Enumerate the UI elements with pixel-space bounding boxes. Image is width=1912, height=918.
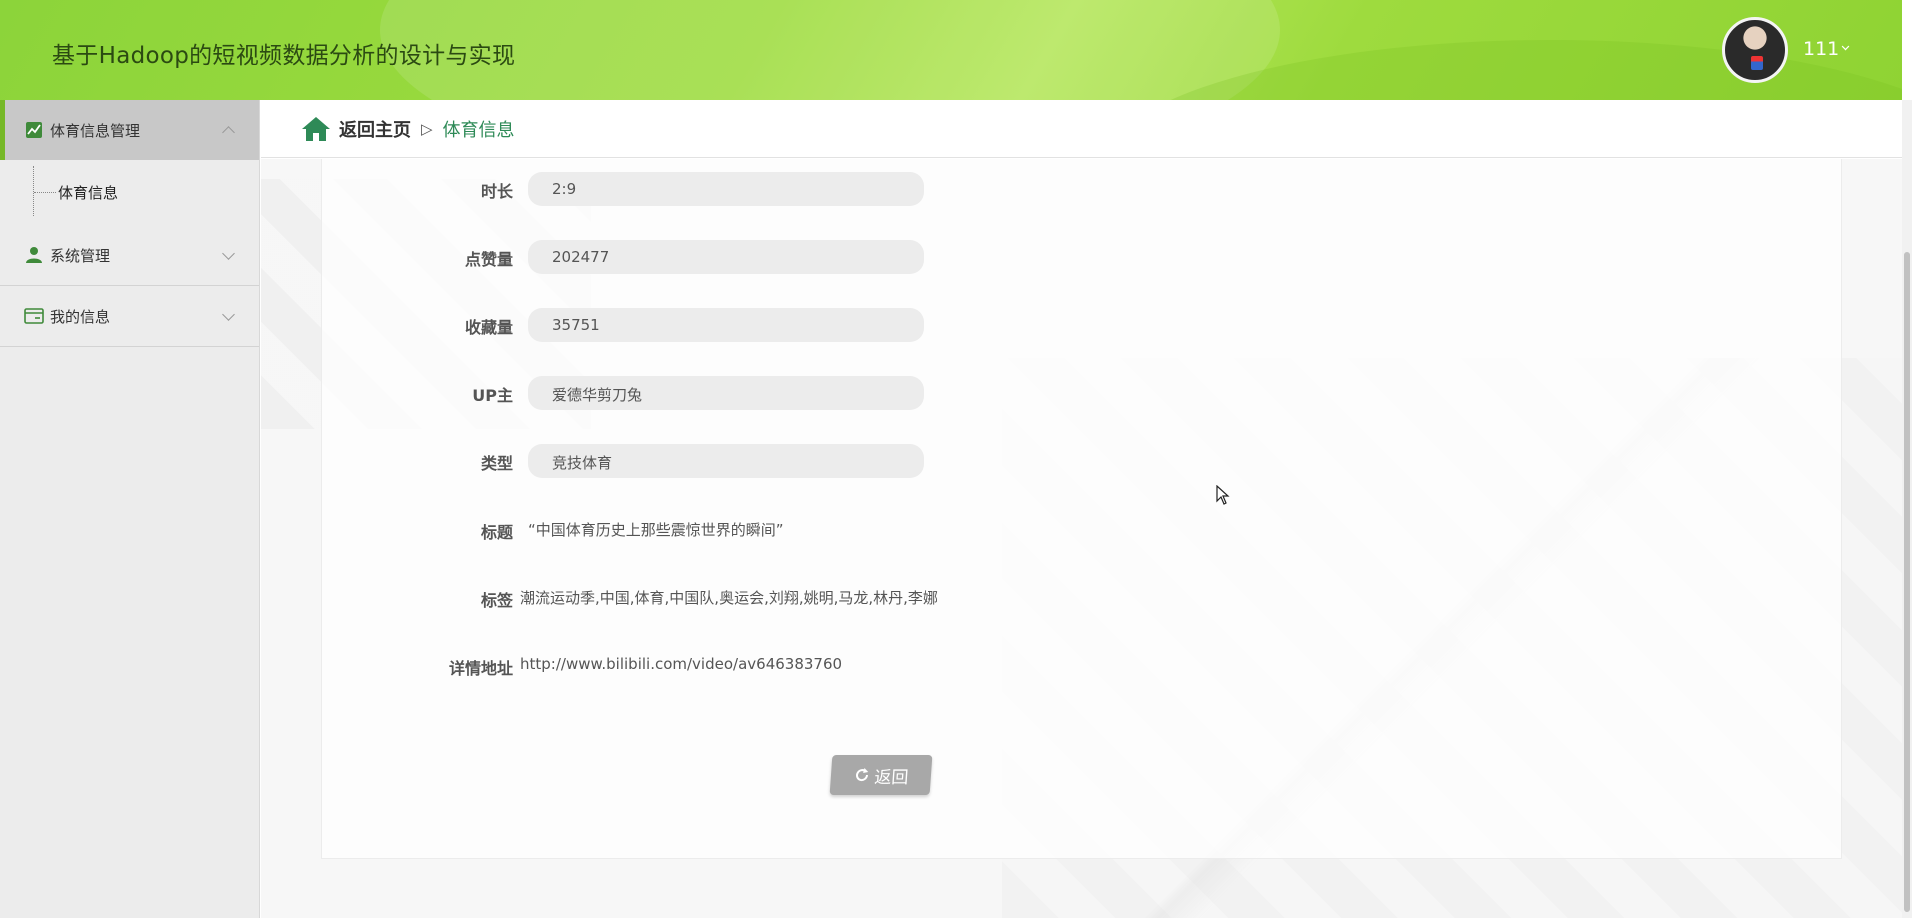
detail-url-label: 详情地址 (448, 659, 513, 678)
app-title: 基于Hadoop的短视频数据分析的设计与实现 (52, 43, 516, 69)
form-row-detail-url: 详情地址 http://www.bilibili.com/video/av646… (322, 645, 1322, 685)
sidebar-group-my-info: 我的信息 (0, 286, 259, 347)
id-card-icon (24, 306, 44, 326)
duration-label: 时长 (480, 182, 513, 201)
uploader-label: UP主 (472, 386, 513, 405)
form-row-duration: 时长 2:9 (322, 168, 1322, 208)
sidebar-item-label: 我的信息 (50, 307, 111, 326)
favorites-field[interactable]: 35751 (528, 308, 924, 342)
category-label: 类型 (480, 454, 513, 473)
detail-form: 时长 2:9 点赞量 202477 收藏量 35751 UP主 爱德华剪刀兔 类… (321, 159, 1842, 859)
sidebar-group-system: 系统管理 (0, 225, 259, 286)
avatar[interactable] (1722, 17, 1788, 83)
form-row-category: 类型 竞技体育 (322, 440, 1322, 480)
title-value: “中国体育历史上那些震惊世界的瞬间” (528, 521, 784, 539)
duration-field[interactable]: 2:9 (528, 172, 924, 206)
main-content: 时长 2:9 点赞量 202477 收藏量 35751 UP主 爱德华剪刀兔 类… (261, 159, 1902, 918)
tags-value: 潮流运动季,中国,体育,中国队,奥运会,刘翔,姚明,马龙,林丹,李娜 (520, 589, 938, 607)
mouse-cursor-icon (1216, 484, 1230, 509)
form-row-likes: 点赞量 202477 (322, 236, 1322, 276)
top-header: 基于Hadoop的短视频数据分析的设计与实现 111 (0, 0, 1902, 100)
form-row-favorites: 收藏量 35751 (322, 304, 1322, 344)
likes-label: 点赞量 (464, 250, 513, 269)
form-row-tags: 标签 潮流运动季,中国,体育,中国队,奥运会,刘翔,姚明,马龙,林丹,李娜 (322, 577, 1322, 617)
sidebar-item-label: 体育信息管理 (50, 121, 141, 140)
title-label: 标题 (480, 523, 513, 542)
chevron-down-icon (222, 247, 235, 260)
sidebar-item-sports-management[interactable]: 体育信息管理 (0, 100, 259, 160)
back-button[interactable]: 返回 (829, 755, 933, 795)
home-icon[interactable] (301, 116, 331, 142)
favorites-label: 收藏量 (464, 318, 513, 337)
user-icon (24, 245, 44, 265)
likes-field[interactable]: 202477 (528, 240, 924, 274)
sidebar-subitem-label: 体育信息 (58, 184, 119, 202)
sidebar-subitem-sports-info[interactable]: 体育信息 (0, 160, 259, 225)
sidebar-group-sports-management: 体育信息管理 体育信息 (0, 100, 259, 225)
category-field[interactable]: 竞技体育 (528, 444, 924, 478)
user-menu-name[interactable]: 111 (1803, 38, 1839, 60)
refresh-icon (853, 767, 870, 783)
breadcrumb-home-link[interactable]: 返回主页 (339, 116, 411, 142)
sidebar-item-label: 系统管理 (50, 246, 111, 265)
sidebar: 体育信息管理 体育信息 系统管理 我的信息 (0, 100, 260, 918)
tags-label: 标签 (480, 591, 513, 610)
chart-line-icon (24, 120, 44, 140)
sidebar-divider (0, 346, 259, 347)
detail-url-value[interactable]: http://www.bilibili.com/video/av64638376… (520, 655, 842, 673)
sidebar-item-system-management[interactable]: 系统管理 (0, 225, 259, 285)
uploader-field[interactable]: 爱德华剪刀兔 (528, 376, 924, 410)
sidebar-item-my-info[interactable]: 我的信息 (0, 286, 259, 346)
form-row-uploader: UP主 爱德华剪刀兔 (322, 372, 1322, 412)
breadcrumb: 返回主页 ▷ 体育信息 (261, 100, 1902, 158)
chevron-down-icon (222, 308, 235, 321)
scrollbar-thumb[interactable] (1904, 252, 1910, 912)
breadcrumb-current: 体育信息 (442, 119, 515, 141)
breadcrumb-separator: ▷ (421, 119, 433, 138)
chevron-down-icon[interactable] (1841, 42, 1850, 51)
chevron-up-icon (222, 126, 235, 139)
back-button-label: 返回 (873, 767, 910, 788)
form-row-title: 标题 “中国体育历史上那些震惊世界的瞬间” (322, 509, 1322, 549)
